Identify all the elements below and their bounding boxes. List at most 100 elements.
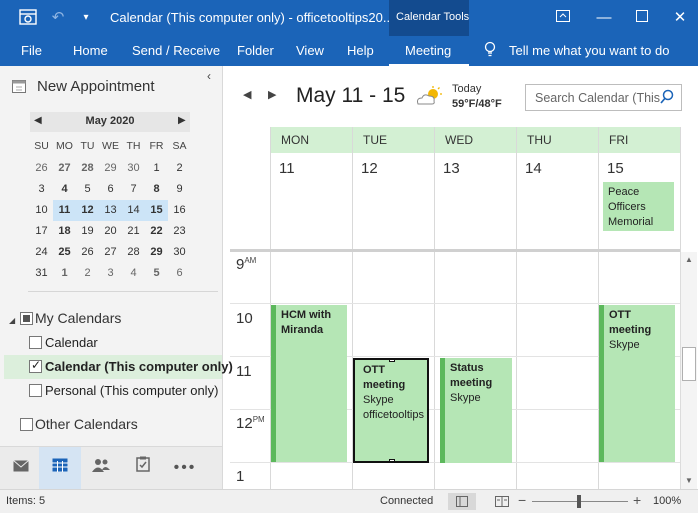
appointment-ott-tue[interactable]: OTT meeting Skype officetooltips: [353, 358, 429, 463]
scroll-down-icon[interactable]: ▼: [685, 476, 693, 485]
mini-calendar-day[interactable]: 4: [53, 179, 76, 200]
zoom-slider-thumb[interactable]: [577, 495, 581, 508]
appointment-status[interactable]: Status meeting Skype: [440, 358, 512, 463]
tab-folder[interactable]: Folder: [237, 43, 274, 58]
mini-calendar-day[interactable]: 28: [76, 158, 99, 179]
mini-calendar-day[interactable]: 27: [53, 158, 76, 179]
ribbon-display-options-icon[interactable]: [553, 9, 573, 27]
day-header-tue[interactable]: TUE: [353, 127, 434, 153]
mini-calendar-day[interactable]: 12: [76, 200, 99, 221]
mini-calendar-day[interactable]: 24: [30, 242, 53, 263]
close-icon[interactable]: ✕: [670, 9, 690, 27]
mini-calendar-day[interactable]: 29: [99, 158, 122, 179]
mini-calendar-day[interactable]: 29: [145, 242, 168, 263]
mini-calendar-day[interactable]: 31: [30, 263, 53, 284]
mini-calendar-day[interactable]: 4: [122, 263, 145, 284]
collapse-pane-icon[interactable]: ‹: [207, 69, 211, 83]
people-icon[interactable]: [80, 447, 122, 489]
normal-view-button[interactable]: [448, 493, 476, 510]
day-header-thu[interactable]: THU: [517, 127, 598, 153]
zoom-out-icon[interactable]: −: [518, 492, 526, 508]
mini-calendar-day[interactable]: 2: [168, 158, 191, 179]
mini-calendar-day[interactable]: 27: [99, 242, 122, 263]
tab-help[interactable]: Help: [347, 43, 374, 58]
maximize-icon[interactable]: [632, 9, 652, 27]
minimize-icon[interactable]: —: [594, 9, 614, 27]
tasks-icon[interactable]: [122, 447, 164, 489]
tab-view[interactable]: View: [296, 43, 324, 58]
next-week-icon[interactable]: ▶: [268, 88, 276, 101]
mini-calendar-day[interactable]: 6: [99, 179, 122, 200]
other-calendars-group[interactable]: Other Calendars: [35, 416, 138, 432]
mail-icon[interactable]: [0, 447, 42, 489]
calendar-checkbox[interactable]: [29, 336, 42, 349]
reading-view-icon[interactable]: [495, 496, 509, 510]
my-calendars-checkbox[interactable]: [20, 312, 33, 325]
mini-calendar-day[interactable]: 1: [145, 158, 168, 179]
tell-me-search[interactable]: Tell me what you want to do: [509, 43, 669, 58]
mini-calendar-day[interactable]: 10: [30, 200, 53, 221]
mini-calendar-day[interactable]: 2: [76, 263, 99, 284]
tab-file[interactable]: File: [21, 43, 42, 58]
tab-meeting[interactable]: Meeting: [405, 43, 451, 58]
day-header-mon[interactable]: MON: [271, 127, 352, 153]
mini-calendar-day[interactable]: 15: [145, 200, 168, 221]
mini-calendar-day[interactable]: 3: [99, 263, 122, 284]
appointment-hcm[interactable]: HCM with Miranda: [271, 305, 347, 462]
search-calendar-input[interactable]: Search Calendar (This: [525, 84, 682, 111]
undo-icon[interactable]: ↶: [48, 9, 68, 27]
mini-calendar-day[interactable]: 14: [122, 200, 145, 221]
vertical-scrollbar[interactable]: ▲ ▼: [680, 252, 697, 489]
mini-calendar-day[interactable]: 5: [76, 179, 99, 200]
tab-send-receive[interactable]: Send / Receive: [132, 43, 220, 58]
calendar-item-this-computer[interactable]: Calendar (This computer only): [45, 359, 233, 374]
other-calendars-checkbox[interactable]: [20, 418, 33, 431]
mini-calendar-day[interactable]: 23: [168, 221, 191, 242]
mini-calendar-day[interactable]: 26: [30, 158, 53, 179]
mini-calendar-day[interactable]: 3: [30, 179, 53, 200]
new-appointment-button[interactable]: New Appointment: [37, 78, 155, 95]
customize-quick-access-icon[interactable]: ▾: [78, 9, 94, 27]
calendar-nav-icon[interactable]: [39, 447, 81, 489]
mini-calendar-day[interactable]: 1: [53, 263, 76, 284]
grid-line: [516, 127, 517, 489]
mini-calendar-day[interactable]: 8: [145, 179, 168, 200]
mini-calendar-day[interactable]: 21: [122, 221, 145, 242]
mini-calendar-day[interactable]: 6: [168, 263, 191, 284]
mini-calendar-day[interactable]: 7: [122, 179, 145, 200]
appointment-ott-fri[interactable]: OTT meeting Skype: [599, 305, 675, 462]
mini-calendar-day[interactable]: 22: [145, 221, 168, 242]
mini-calendar-day[interactable]: 13: [99, 200, 122, 221]
calendar-item[interactable]: Calendar: [45, 335, 98, 350]
scrollbar-thumb[interactable]: [682, 347, 696, 381]
calendar-this-computer-checkbox[interactable]: ✓: [29, 358, 42, 373]
my-calendars-group[interactable]: My Calendars: [35, 310, 121, 326]
mini-calendar-day[interactable]: 16: [168, 200, 191, 221]
mini-calendar-day[interactable]: 17: [30, 221, 53, 242]
zoom-in-icon[interactable]: +: [633, 492, 641, 508]
mini-calendar-day[interactable]: 28: [122, 242, 145, 263]
all-day-event[interactable]: Peace Officers Memorial D...: [603, 182, 674, 231]
mini-calendar-day[interactable]: 5: [145, 263, 168, 284]
mini-calendar-day[interactable]: 9: [168, 179, 191, 200]
mini-calendar-day[interactable]: 26: [76, 242, 99, 263]
mini-calendar-day[interactable]: 19: [76, 221, 99, 242]
resize-handle-top[interactable]: [389, 360, 395, 362]
search-icon[interactable]: [660, 89, 674, 110]
mini-calendar-day[interactable]: 18: [53, 221, 76, 242]
prev-week-icon[interactable]: ◀: [243, 88, 251, 101]
scroll-up-icon[interactable]: ▲: [685, 255, 693, 264]
more-apps-icon[interactable]: •••: [164, 447, 206, 489]
mini-calendar-day[interactable]: 20: [99, 221, 122, 242]
tab-home[interactable]: Home: [73, 43, 108, 58]
mini-calendar-day[interactable]: 25: [53, 242, 76, 263]
resize-handle-bottom[interactable]: [389, 459, 395, 461]
mini-calendar-day[interactable]: 11: [53, 200, 76, 221]
calendar-item-personal[interactable]: Personal (This computer only): [45, 383, 218, 398]
mini-calendar-day[interactable]: 30: [122, 158, 145, 179]
day-header-wed[interactable]: WED: [435, 127, 516, 153]
personal-checkbox[interactable]: [29, 384, 42, 397]
collapse-my-calendars-icon[interactable]: ◢: [9, 316, 15, 325]
day-header-fri[interactable]: FRI: [599, 127, 680, 153]
mini-calendar-day[interactable]: 30: [168, 242, 191, 263]
